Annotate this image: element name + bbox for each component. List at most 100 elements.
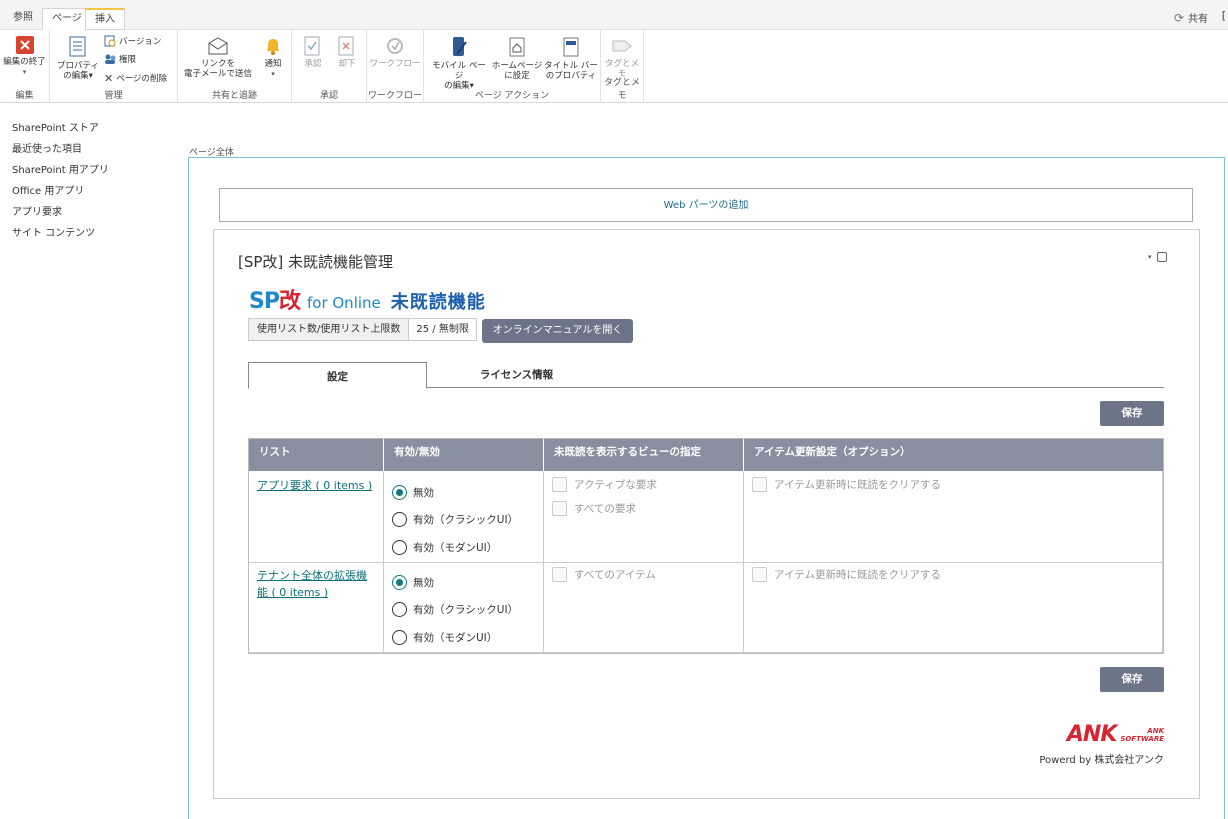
add-webpart-button[interactable]: Web パーツの追加 (219, 188, 1193, 222)
nav-sharepoint-store[interactable]: SharePoint ストア (12, 122, 109, 143)
group-tags: タグとメモ タグとメモ (601, 30, 644, 103)
powered-by: Powerd by 株式会社アンク (1039, 755, 1164, 766)
checkbox-box (552, 501, 567, 516)
group-label-workflow: ワークフロー (367, 91, 422, 101)
webpart-menu: ▾ (1148, 252, 1167, 262)
focus-mode-icon[interactable]: [ (1222, 9, 1226, 22)
list-link-app-requests[interactable]: アプリ要求 ( 0 items ) (257, 477, 372, 494)
save-button-bottom[interactable]: 保存 (1100, 667, 1164, 692)
alert-me-button[interactable]: 通知 ▾ (258, 36, 288, 79)
approve-button[interactable]: 承認 (298, 36, 328, 69)
checkbox-box (752, 567, 767, 582)
ank-software-text: ANK SOFTWARE (1120, 727, 1164, 743)
settings-table: リスト 有効/無効 未既読を表示するビューの指定 アイテム更新設定（オプション） (248, 438, 1164, 654)
checkbox-box (752, 477, 767, 492)
webpart-select-checkbox[interactable] (1156, 252, 1167, 262)
email-link-button[interactable]: リンクを 電子メールで送信 (180, 36, 256, 79)
usage-value: 25 / 無制限 (409, 319, 476, 340)
update-clear-checkbox-row1[interactable]: アイテム更新時に既読をクリアする (752, 477, 941, 492)
tags-notes-button[interactable]: タグとメモ (602, 36, 642, 79)
tab-insert[interactable]: 挿入 (85, 8, 125, 30)
update-clear-checkbox-row2[interactable]: アイテム更新時に既読をクリアする (752, 567, 941, 582)
column-header-update: アイテム更新設定（オプション） (754, 446, 911, 458)
view-checkbox-all-requests[interactable]: すべての要求 (552, 501, 636, 516)
group-label-edit: 編集 (15, 91, 34, 101)
radio-circle (392, 575, 407, 590)
group-label-page-actions: ページ アクション (474, 91, 550, 101)
properties-icon (69, 36, 86, 57)
radio-classic-row1[interactable]: 有効（クラシックUI） (392, 512, 518, 527)
nav-app-requests[interactable]: アプリ要求 (12, 206, 109, 227)
radio-classic-row2[interactable]: 有効（クラシックUI） (392, 602, 518, 617)
list-link-tenant-extensions[interactable]: テナント全体の拡張機能 ( 0 items ) (257, 567, 367, 601)
envelope-icon (208, 37, 228, 55)
radio-circle (392, 512, 407, 527)
ank-mark: ANK (1066, 722, 1117, 747)
ribbon: 編集の終了 ▾ 編集 プロパティ の編集▾ バージョン 権限 ✕ ページの削除 管理… (0, 30, 1228, 103)
radio-circle (392, 540, 407, 555)
ribbon-tab-bar: 参照 ページ 挿入 ⟳ 共有 [ (0, 0, 1228, 30)
version-history-button[interactable]: バージョン (104, 34, 161, 48)
open-manual-button[interactable]: オンラインマニュアルを開く (482, 319, 633, 343)
title-properties-icon (563, 37, 579, 57)
radio-disabled-row2[interactable]: 無効 (392, 575, 434, 590)
approve-icon (304, 36, 320, 56)
close-icon (15, 36, 34, 54)
bell-icon (267, 39, 279, 55)
webpart-title: [SP改] 未既読機能管理 (238, 253, 394, 271)
share-button[interactable]: ⟳ 共有 (1173, 10, 1208, 26)
product-logo: SP 改 for Online 未既読機能 (249, 283, 486, 315)
nav-office-apps[interactable]: Office 用アプリ (12, 185, 109, 206)
title-bar-properties-button[interactable]: タイトル バー のプロパティ (544, 36, 598, 81)
people-icon (105, 54, 116, 64)
group-label-manage: 管理 (104, 91, 123, 101)
reject-icon (338, 36, 354, 56)
x-icon: ✕ (104, 71, 114, 85)
permissions-button[interactable]: 権限 (104, 52, 136, 66)
workflow-button[interactable]: ワークフロー (369, 36, 421, 69)
column-header-list: リスト (249, 439, 384, 471)
group-workflow: ワークフロー ワークフロー (367, 30, 424, 103)
radio-modern-row1[interactable]: 有効（モダンUI） (392, 540, 497, 555)
workflow-icon (387, 38, 403, 54)
nav-sharepoint-apps[interactable]: SharePoint 用アプリ (12, 164, 109, 185)
logo-sp: SP (249, 289, 280, 314)
settings-tabs: 設定 ライセンス情報 (248, 362, 1164, 389)
edit-mobile-page-button[interactable]: モバイル ページ の編集▾ (428, 36, 490, 91)
column-header-views: 未既読を表示するビューの指定 (544, 439, 744, 471)
reject-button[interactable]: 却下 (332, 36, 362, 69)
save-button-top[interactable]: 保存 (1100, 401, 1164, 426)
finish-editing-button[interactable]: 編集の終了 ▾ (0, 36, 49, 77)
checkbox-box (552, 477, 567, 492)
ank-logo: ANK ANK SOFTWARE (1004, 724, 1164, 746)
view-checkbox-active-requests[interactable]: アクティブな要求 (552, 477, 657, 492)
group-approval: 承認 却下 承認 (292, 30, 367, 103)
mobile-edit-icon (453, 37, 467, 56)
tab-license[interactable]: ライセンス情報 (427, 362, 606, 388)
group-share: リンクを 電子メールで送信 通知 ▾ 共有と追跡 (178, 30, 292, 103)
logo-for-online: for Online (306, 294, 381, 312)
tag-icon (612, 40, 632, 52)
radio-modern-row2[interactable]: 有効（モダンUI） (392, 630, 497, 645)
nav-site-contents[interactable]: サイト コンテンツ (12, 227, 109, 248)
version-icon (104, 35, 116, 47)
logo-feature-name: 未既読機能 (390, 292, 486, 313)
edit-properties-button[interactable]: プロパティ の編集▾ (56, 36, 100, 81)
share-icon: ⟳ (1173, 10, 1184, 25)
delete-page-button[interactable]: ✕ ページの削除 (104, 71, 167, 85)
column-header-enable: 有効/無効 (384, 439, 544, 471)
checkbox-box (552, 567, 567, 582)
nav-recent[interactable]: 最近使った項目 (12, 143, 109, 164)
row-divider (249, 652, 1163, 653)
usage-label: 使用リスト数/使用リスト上限数 (249, 319, 410, 340)
tab-browse[interactable]: 参照 (4, 8, 42, 30)
group-label-tags: タグとメモ (603, 78, 640, 101)
webpart-dropdown-icon[interactable]: ▾ (1148, 253, 1152, 261)
radio-circle (392, 630, 407, 645)
set-homepage-button[interactable]: ホームページ に設定 (490, 36, 544, 81)
view-checkbox-all-items[interactable]: すべてのアイテム (552, 567, 656, 582)
left-navigation: SharePoint ストア 最近使った項目 SharePoint 用アプリ O… (12, 122, 109, 248)
tab-settings[interactable]: 設定 (248, 362, 427, 389)
group-edit: 編集の終了 ▾ 編集 (0, 30, 50, 103)
radio-disabled-row1[interactable]: 無効 (392, 485, 434, 500)
